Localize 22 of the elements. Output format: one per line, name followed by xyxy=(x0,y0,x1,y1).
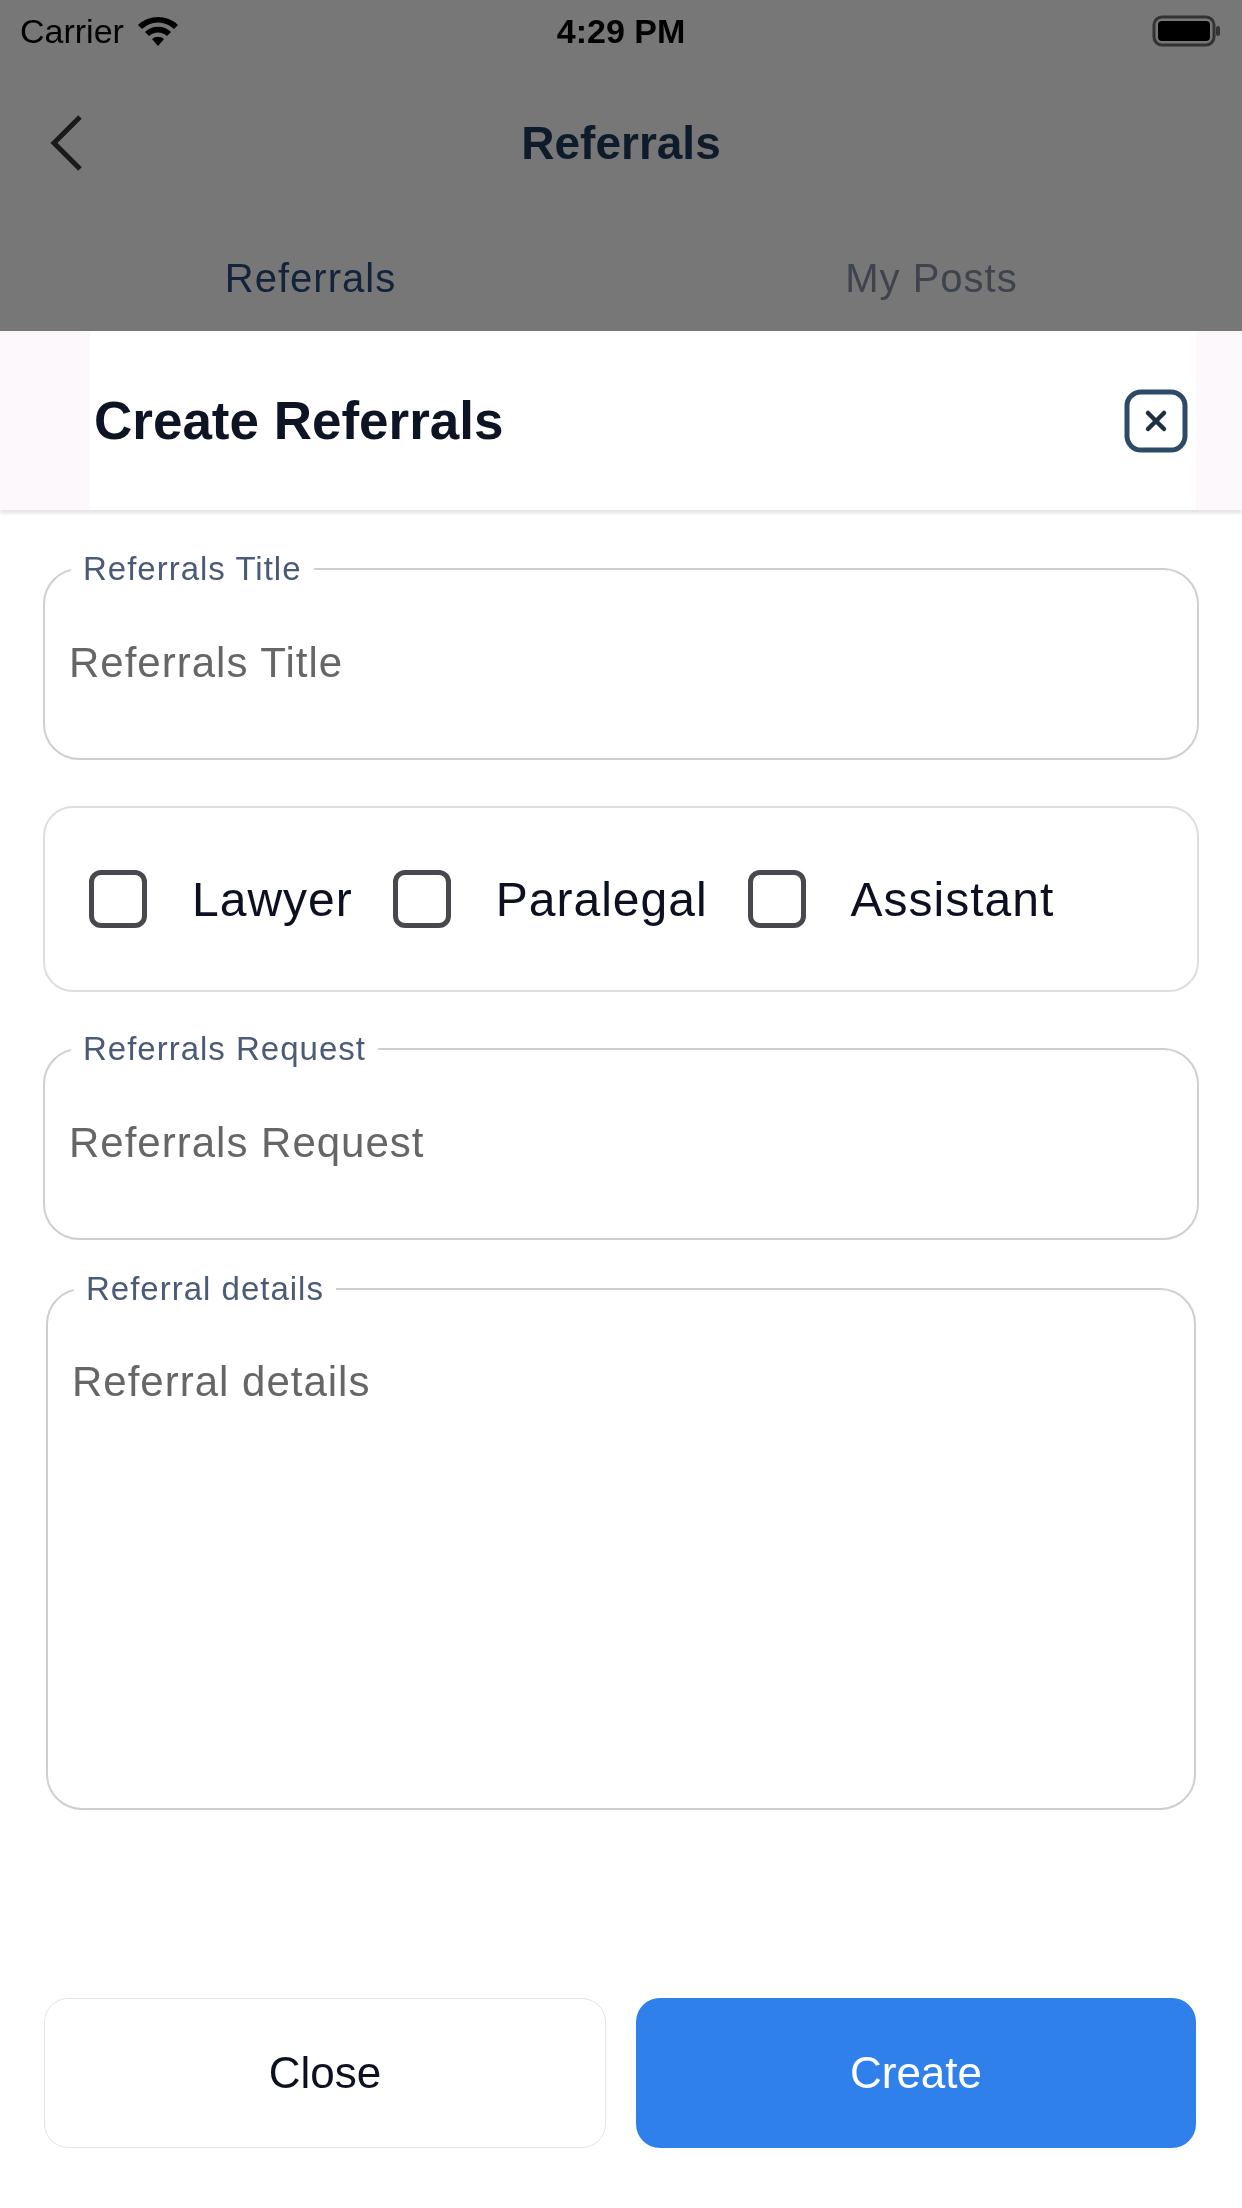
text-field[interactable]: Referrals Request xyxy=(69,1068,1173,1238)
sheet-title: Create Referrals xyxy=(93,390,504,451)
create-button[interactable]: Create xyxy=(636,1998,1196,2148)
page-title: Referrals xyxy=(521,116,721,170)
tab[interactable]: Referrals xyxy=(0,224,621,331)
battery-icon xyxy=(1152,14,1222,48)
close-icon[interactable] xyxy=(1124,388,1188,453)
checkbox-label: Paralegal xyxy=(495,871,708,927)
field-label: Referrals Request xyxy=(82,1030,367,1068)
text-field[interactable]: Referrals Title xyxy=(69,588,1173,758)
clock-time: 4:29 PM xyxy=(556,11,686,50)
checkbox[interactable] xyxy=(89,870,147,928)
field-label: Referrals Title xyxy=(82,550,303,588)
text-area[interactable]: Referral details xyxy=(72,1308,1170,1808)
checkbox-label: Assistant xyxy=(850,871,1055,927)
checkbox[interactable] xyxy=(747,870,806,928)
close-button[interactable]: Close xyxy=(44,1998,606,2148)
checkbox[interactable] xyxy=(392,870,451,928)
carrier-label: Carrier xyxy=(20,11,124,51)
tab[interactable]: My Posts xyxy=(621,224,1242,331)
checkbox-label: Lawyer xyxy=(192,871,353,927)
field-label: Referral details xyxy=(85,1270,325,1308)
